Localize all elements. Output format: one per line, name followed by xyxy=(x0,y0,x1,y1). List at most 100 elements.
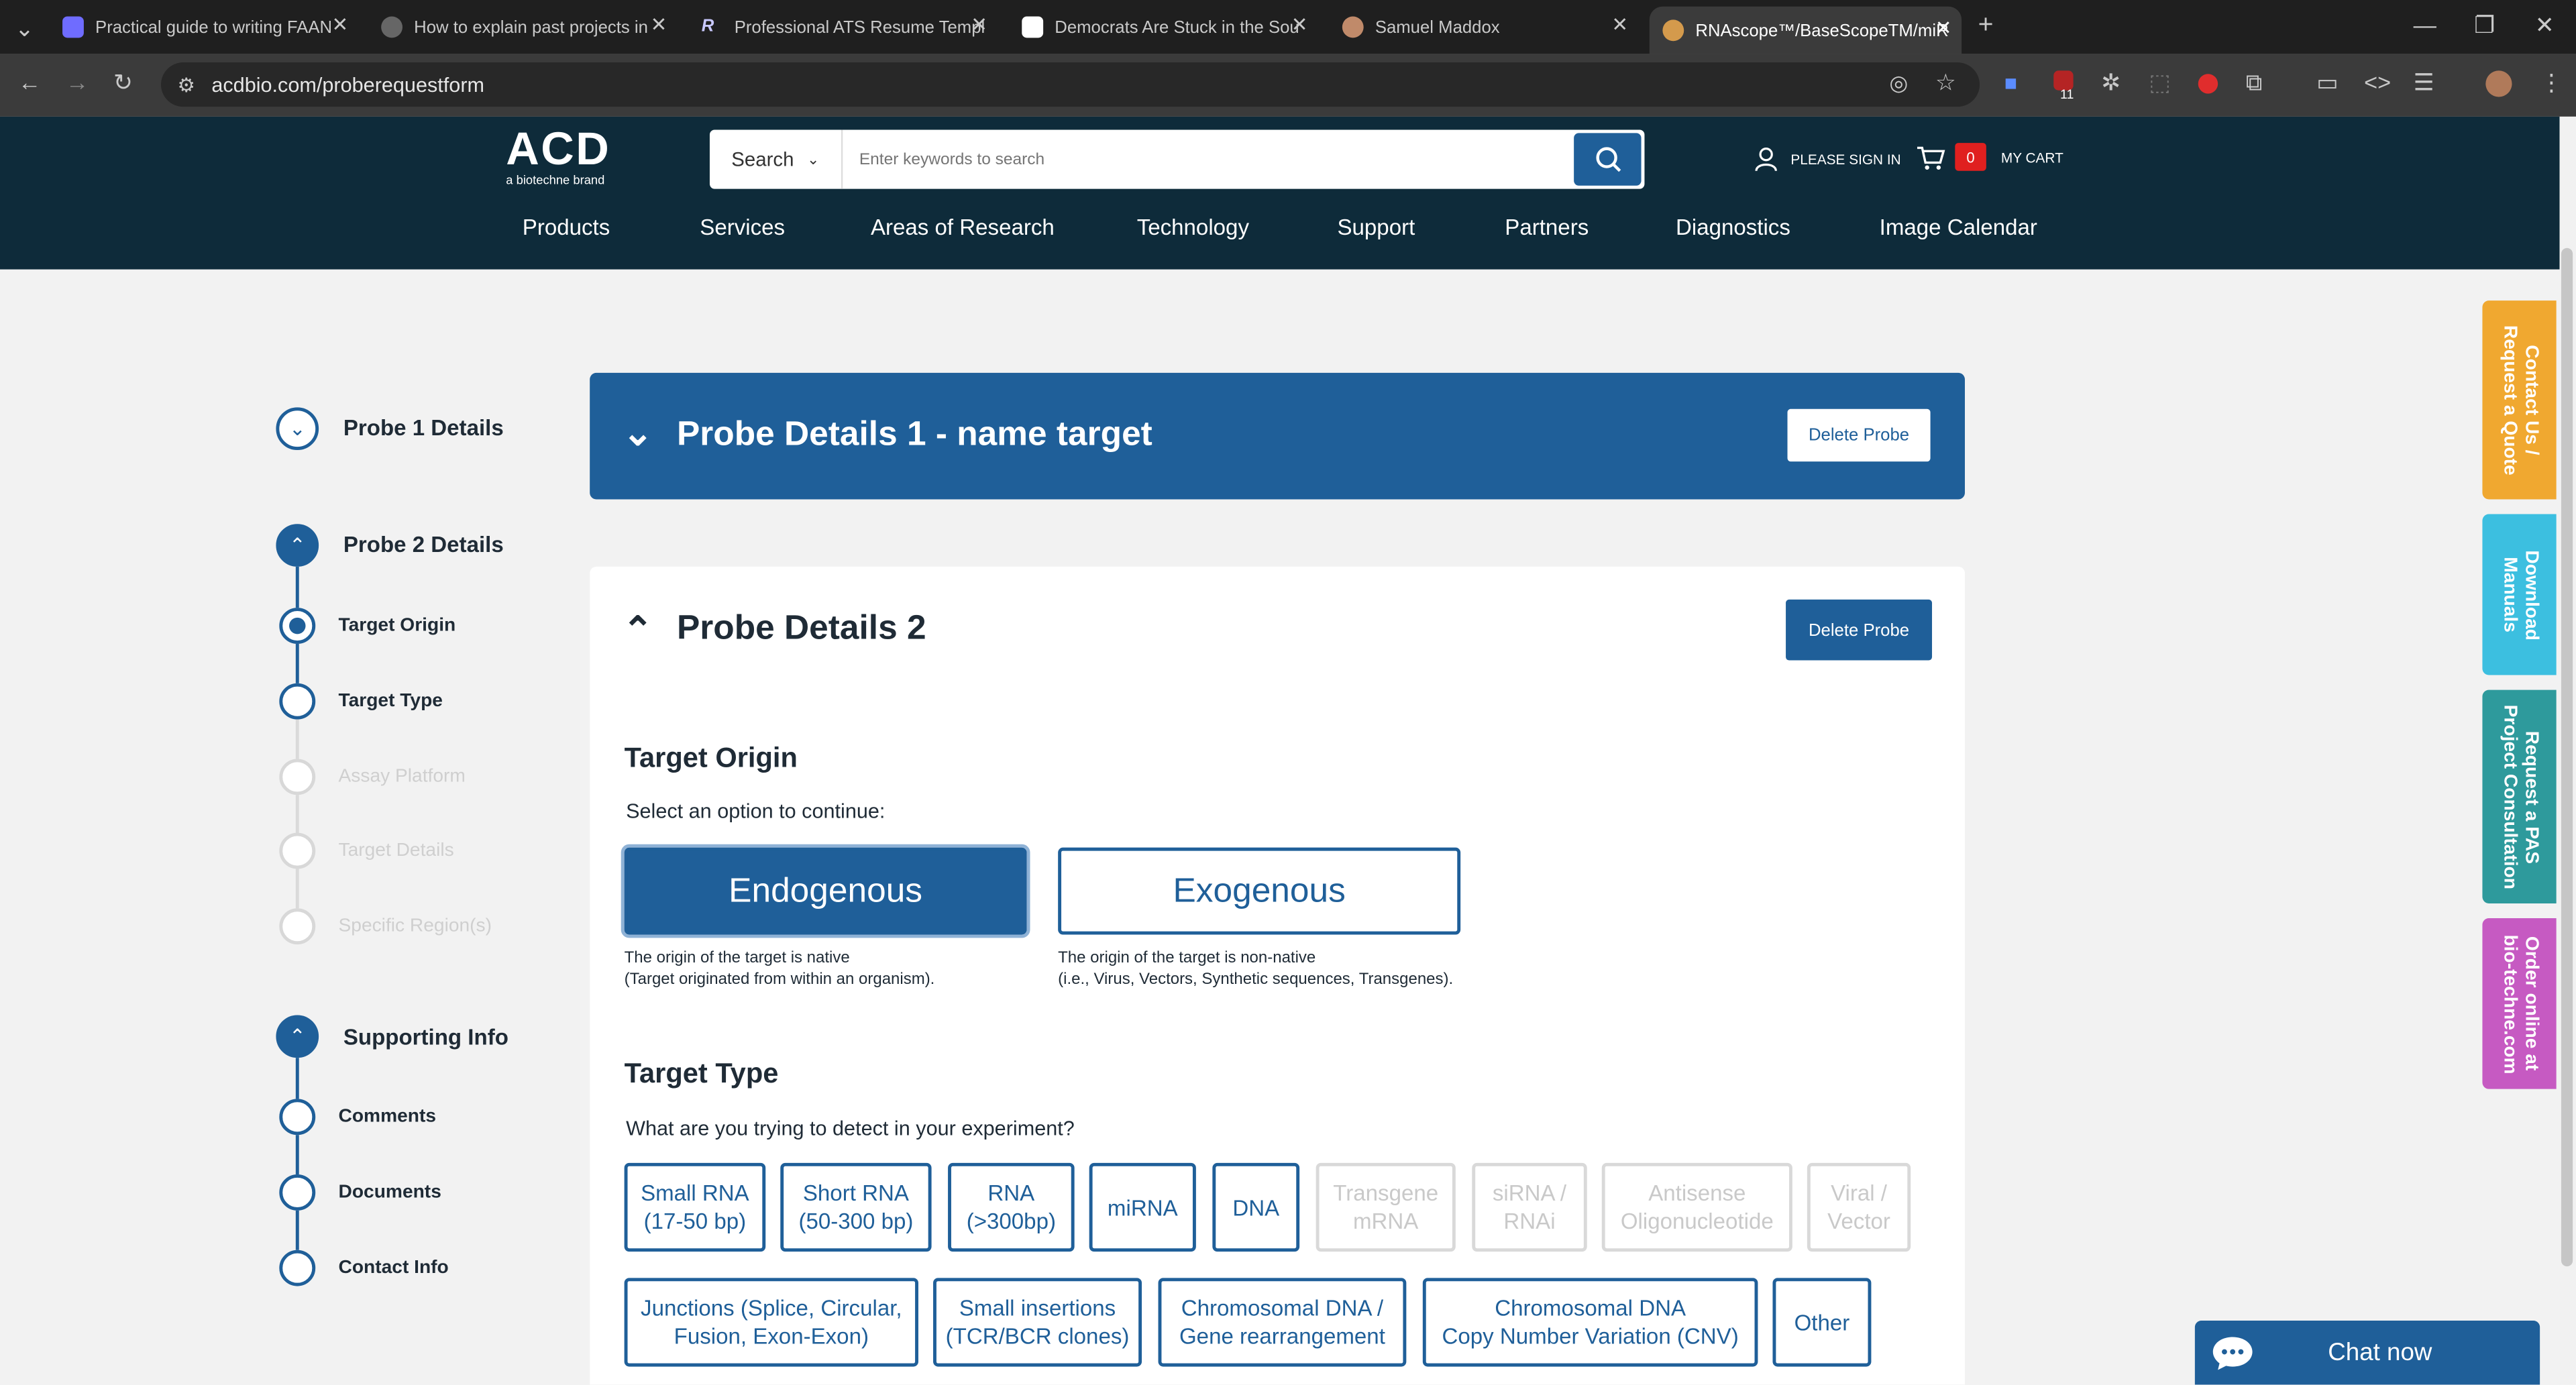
chip-copy-number-variation[interactable]: Chromosomal DNA Copy Number Variation (C… xyxy=(1422,1278,1758,1367)
close-tab-icon[interactable]: ✕ xyxy=(1291,13,1308,36)
eye-off-icon[interactable]: ◎ xyxy=(1889,70,1908,97)
delete-probe-2-button[interactable]: Delete Probe xyxy=(1786,599,1933,661)
shield-extension-icon[interactable]: ■ xyxy=(2004,70,2017,95)
probe2-step-label[interactable]: Probe 2 Details xyxy=(343,532,504,557)
chip-dna[interactable]: DNA xyxy=(1212,1162,1300,1252)
probe1-step[interactable]: ⌄ xyxy=(276,407,319,451)
exogenous-option[interactable]: Exogenous xyxy=(1058,847,1461,935)
nav-support[interactable]: Support xyxy=(1337,215,1415,240)
contact-us-side-tab[interactable]: Contact Us / Request a Quote xyxy=(2482,300,2557,500)
tab-search-icon[interactable]: ⌄ xyxy=(15,15,34,43)
close-window-icon[interactable]: ✕ xyxy=(2535,11,2555,40)
sign-in-label: PLEASE SIGN IN xyxy=(1790,151,1901,168)
site-info-icon[interactable]: ⚙ xyxy=(177,73,195,96)
step-documents-label[interactable]: Documents xyxy=(338,1182,441,1202)
browser-tab-4[interactable]: Democrats Are Stuck in the Sou ✕ xyxy=(1012,7,1318,48)
screenshot-icon[interactable]: ⬚ xyxy=(2149,69,2170,97)
browser-tab-6-active[interactable]: RNAscope™/BaseScopeTM/miR ✕ xyxy=(1649,6,1962,54)
nav-products[interactable]: Products xyxy=(523,215,610,240)
search-category-dropdown[interactable]: Search ⌄ xyxy=(710,129,843,189)
close-tab-icon[interactable]: ✕ xyxy=(1935,16,1952,39)
address-bar[interactable]: ⚙ acdbio.com/proberequestform ◎ ☆ xyxy=(161,62,1980,107)
stepper-connector xyxy=(295,644,299,683)
nav-image-calendar[interactable]: Image Calendar xyxy=(1880,215,2037,240)
probe2-step[interactable]: ⌃ xyxy=(276,524,319,567)
nav-areas-of-research[interactable]: Areas of Research xyxy=(871,215,1055,240)
chip-short-rna[interactable]: Short RNA (50-300 bp) xyxy=(780,1162,932,1252)
chip-gene-rearrangement[interactable]: Chromosomal DNA / Gene rearrangement xyxy=(1158,1278,1407,1367)
collapse-chevron-icon[interactable]: ⌃ xyxy=(623,610,653,653)
user-icon xyxy=(1755,148,1777,172)
browser-tab-3[interactable]: R Professional ATS Resume Templ ✕ xyxy=(692,7,998,48)
step-target-origin-active[interactable] xyxy=(279,608,316,645)
cast-icon[interactable]: ▭ xyxy=(2316,69,2338,97)
extensions-puzzle-icon[interactable]: ⧉ xyxy=(2246,69,2262,97)
chip-mirna[interactable]: miRNA xyxy=(1089,1162,1196,1252)
nav-diagnostics[interactable]: Diagnostics xyxy=(1676,215,1790,240)
extension-icon[interactable]: ✲ xyxy=(2101,69,2121,97)
nav-partners[interactable]: Partners xyxy=(1505,215,1589,240)
stepper-connector xyxy=(295,719,299,759)
browser-tab-5[interactable]: Samuel Maddox ✕ xyxy=(1332,7,1638,48)
search-button[interactable] xyxy=(1574,133,1642,186)
record-extension-icon[interactable] xyxy=(2198,74,2218,94)
cart-link[interactable]: 0 MY CART xyxy=(1916,143,2063,171)
search-input[interactable] xyxy=(855,133,1569,186)
expand-chevron-icon[interactable]: ⌄ xyxy=(623,412,653,455)
back-icon[interactable]: ← xyxy=(18,69,41,95)
step-target-type[interactable] xyxy=(279,683,316,720)
browser-tab-1[interactable]: Practical guide to writing FAAN ✕ xyxy=(52,7,358,48)
tab-title: Samuel Maddox xyxy=(1375,17,1500,38)
reload-icon[interactable]: ↻ xyxy=(113,69,133,97)
browser-tab-2[interactable]: How to explain past projects in ✕ xyxy=(371,7,677,48)
chip-junctions[interactable]: Junctions (Splice, Circular, Fusion, Exo… xyxy=(624,1278,918,1367)
delete-probe-1-button[interactable]: Delete Probe xyxy=(1787,408,1931,462)
page-scrollbar[interactable] xyxy=(2559,116,2576,1385)
order-online-side-tab[interactable]: Order online at bio-techne.com xyxy=(2482,918,2557,1089)
endogenous-option-selected[interactable]: Endogenous xyxy=(621,844,1030,938)
new-tab-icon[interactable]: + xyxy=(1978,11,1994,41)
restore-icon[interactable]: ❐ xyxy=(2474,11,2495,40)
menu-kebab-icon[interactable]: ⋮ xyxy=(2540,69,2563,97)
close-tab-icon[interactable]: ✕ xyxy=(1611,13,1628,36)
side-tab-label: Download Manuals xyxy=(2500,549,2541,640)
download-manuals-side-tab[interactable]: Download Manuals xyxy=(2482,514,2557,675)
step-documents[interactable] xyxy=(279,1174,316,1211)
step-specific-regions xyxy=(279,908,316,945)
supporting-info-step[interactable]: ⌃ xyxy=(276,1015,319,1058)
step-target-origin-label[interactable]: Target Origin xyxy=(338,616,455,635)
forward-icon[interactable]: → xyxy=(66,69,89,95)
nav-services[interactable]: Services xyxy=(700,215,785,240)
request-pas-side-tab[interactable]: Request a PAS Project Consultation xyxy=(2482,689,2557,903)
devtools-icon[interactable]: <> xyxy=(2364,69,2391,95)
step-target-type-label[interactable]: Target Type xyxy=(338,691,442,711)
minimize-icon[interactable]: — xyxy=(2414,11,2436,38)
close-tab-icon[interactable]: ✕ xyxy=(651,13,667,36)
nav-technology[interactable]: Technology xyxy=(1137,215,1249,240)
chip-small-insertions[interactable]: Small insertions (TCR/BCR clones) xyxy=(933,1278,1142,1367)
chip-small-rna[interactable]: Small RNA (17-50 bp) xyxy=(624,1162,766,1252)
step-comments[interactable] xyxy=(279,1099,316,1135)
chip-transgene-mrna: Transgene mRNA xyxy=(1316,1162,1456,1252)
close-tab-icon[interactable]: ✕ xyxy=(971,13,987,36)
chat-now-button[interactable]: Chat now xyxy=(2194,1320,2540,1385)
acd-logo[interactable]: ACD a biotechne brand xyxy=(506,125,610,189)
chip-other[interactable]: Other xyxy=(1772,1278,1872,1367)
stepper-connector xyxy=(295,1210,299,1250)
probe-details-1-title[interactable]: Probe Details 1 - name target xyxy=(677,416,1152,455)
reading-list-icon[interactable]: ☰ xyxy=(2414,69,2434,97)
scrollbar-thumb[interactable] xyxy=(2561,247,2573,1267)
target-type-heading: Target Type xyxy=(624,1058,779,1089)
sign-in-link[interactable]: PLEASE SIGN IN xyxy=(1755,146,1901,172)
step-contact-info-label[interactable]: Contact Info xyxy=(338,1258,448,1278)
step-contact-info[interactable] xyxy=(279,1250,316,1286)
profile-avatar[interactable] xyxy=(2485,70,2512,97)
probe1-step-label[interactable]: Probe 1 Details xyxy=(343,416,504,441)
supporting-info-label[interactable]: Supporting Info xyxy=(343,1025,508,1050)
step-comments-label[interactable]: Comments xyxy=(338,1107,436,1127)
chip-rna[interactable]: RNA (>300bp) xyxy=(948,1162,1075,1252)
close-tab-icon[interactable]: ✕ xyxy=(332,13,349,36)
bookmark-star-icon[interactable]: ☆ xyxy=(1935,69,1956,97)
probe-details-2-title[interactable]: Probe Details 2 xyxy=(677,610,926,649)
exogenous-description: The origin of the target is non-native (… xyxy=(1058,949,1454,989)
